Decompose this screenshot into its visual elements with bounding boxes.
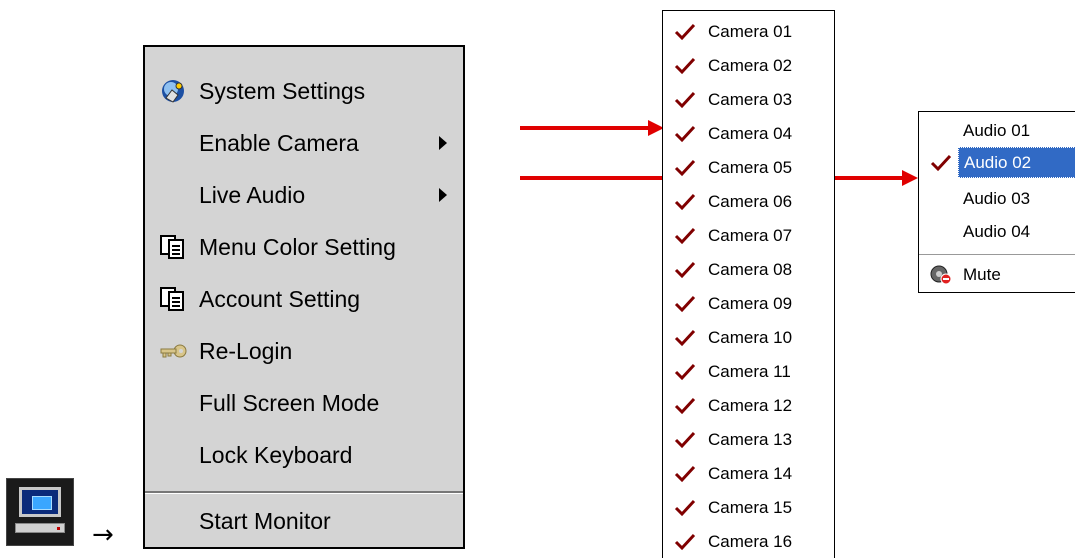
audio-mute-item[interactable]: Mute xyxy=(919,259,1075,292)
checkmark-icon xyxy=(674,329,696,347)
camera-item[interactable]: Camera 15 xyxy=(663,491,834,525)
checkmark-icon xyxy=(674,125,696,143)
menu-item-lock-keyboard[interactable]: Lock Keyboard xyxy=(145,429,463,481)
audio-item-label: Audio 02 xyxy=(958,147,1075,178)
checkmark-icon xyxy=(674,397,696,415)
camera-item[interactable]: Camera 05 xyxy=(663,151,834,185)
checkmark-icon xyxy=(674,465,696,483)
camera-item[interactable]: Camera 16 xyxy=(663,525,834,559)
system-settings-icon xyxy=(162,80,184,103)
audio-item-03[interactable]: Audio 03 xyxy=(919,183,1075,216)
menu-item-label: Lock Keyboard xyxy=(199,442,353,468)
camera-item[interactable]: Camera 13 xyxy=(663,423,834,457)
menu-separator xyxy=(145,491,463,494)
menu-item-label: Start Monitor xyxy=(199,508,331,534)
audio-item-01[interactable]: Audio 01 xyxy=(919,115,1075,148)
camera-item[interactable]: Camera 04 xyxy=(663,117,834,151)
menu-item-full-screen-mode[interactable]: Full Screen Mode xyxy=(145,377,463,429)
camera-item[interactable]: Camera 03 xyxy=(663,83,834,117)
camera-item-label: Camera 14 xyxy=(708,464,793,483)
checkmark-icon xyxy=(930,154,952,172)
camera-item[interactable]: Camera 08 xyxy=(663,253,834,287)
audio-item-02[interactable]: Audio 02 xyxy=(919,146,1075,179)
key-icon xyxy=(160,344,187,358)
menu-item-label: Live Audio xyxy=(199,182,306,208)
main-context-menu: System Settings Enable Camera Live Audio… xyxy=(143,45,465,549)
document-icon xyxy=(160,287,184,311)
camera-item-label: Camera 15 xyxy=(708,498,793,517)
submenu-arrow-icon xyxy=(439,136,447,150)
menu-item-label: Menu Color Setting xyxy=(199,234,396,260)
checkmark-icon xyxy=(674,533,696,551)
menu-item-start-monitor[interactable]: Start Monitor xyxy=(145,495,463,547)
monitor-screen xyxy=(19,487,61,517)
red-arrow-line xyxy=(520,126,650,130)
checkmark-icon xyxy=(674,193,696,211)
camera-item-label: Camera 11 xyxy=(708,362,791,381)
menu-item-system-settings[interactable]: System Settings xyxy=(145,65,463,117)
mute-speaker-icon xyxy=(930,265,952,285)
submenu-arrow-icon xyxy=(439,188,447,202)
checkmark-icon xyxy=(674,57,696,75)
audio-mute-label: Mute xyxy=(963,265,1001,284)
checkmark-icon xyxy=(674,499,696,517)
camera-item-label: Camera 03 xyxy=(708,90,793,109)
camera-item[interactable]: Camera 14 xyxy=(663,457,834,491)
camera-submenu: Camera 01 Camera 02 Camera 03 Camera 04 Came… xyxy=(662,10,835,558)
camera-item[interactable]: Camera 11 xyxy=(663,355,834,389)
camera-item[interactable]: Camera 12 xyxy=(663,389,834,423)
document-icon xyxy=(160,235,184,259)
audio-item-label: Audio 04 xyxy=(963,222,1031,241)
menu-item-enable-camera[interactable]: Enable Camera xyxy=(145,117,463,169)
audio-item-label: Audio 01 xyxy=(963,121,1031,140)
menu-item-live-audio[interactable]: Live Audio xyxy=(145,169,463,221)
camera-item-label: Camera 12 xyxy=(708,396,793,415)
checkmark-icon xyxy=(674,431,696,449)
menu-item-label: Re-Login xyxy=(199,338,293,364)
menu-item-account-setting[interactable]: Account Setting xyxy=(145,273,463,325)
red-arrow-line xyxy=(835,176,905,180)
menu-item-label: Account Setting xyxy=(199,286,361,312)
camera-item-label: Camera 04 xyxy=(708,124,793,143)
camera-item-label: Camera 07 xyxy=(708,226,793,245)
menu-item-label: System Settings xyxy=(199,78,366,104)
monitor-icon[interactable] xyxy=(6,478,74,546)
camera-item-label: Camera 01 xyxy=(708,22,793,41)
red-connector-line xyxy=(520,176,662,180)
checkmark-icon xyxy=(674,23,696,41)
camera-item-label: Camera 06 xyxy=(708,192,793,211)
menu-item-menu-color-setting[interactable]: Menu Color Setting xyxy=(145,221,463,273)
checkmark-icon xyxy=(674,91,696,109)
camera-item[interactable]: Camera 07 xyxy=(663,219,834,253)
camera-item-label: Camera 16 xyxy=(708,532,793,551)
camera-item-label: Camera 02 xyxy=(708,56,793,75)
menu-separator xyxy=(919,254,1075,256)
camera-item[interactable]: Camera 09 xyxy=(663,287,834,321)
camera-item-label: Camera 13 xyxy=(708,430,793,449)
camera-item[interactable]: Camera 02 xyxy=(663,49,834,83)
camera-item[interactable]: Camera 06 xyxy=(663,185,834,219)
camera-item[interactable]: Camera 10 xyxy=(663,321,834,355)
checkmark-icon xyxy=(674,261,696,279)
audio-item-label: Audio 03 xyxy=(963,189,1031,208)
camera-item[interactable]: Camera 01 xyxy=(663,15,834,49)
checkmark-icon xyxy=(674,227,696,245)
camera-item-label: Camera 10 xyxy=(708,328,793,347)
flow-arrow: → xyxy=(92,520,114,550)
checkmark-icon xyxy=(674,295,696,313)
red-arrow-head-icon xyxy=(902,170,918,186)
menu-item-label: Enable Camera xyxy=(199,130,359,156)
menu-item-re-login[interactable]: Re-Login xyxy=(145,325,463,377)
monitor-base xyxy=(15,523,65,533)
audio-item-04[interactable]: Audio 04 xyxy=(919,216,1075,249)
menu-item-label: Full Screen Mode xyxy=(199,390,380,416)
checkmark-icon xyxy=(674,363,696,381)
camera-item-label: Camera 09 xyxy=(708,294,793,313)
camera-item-label: Camera 05 xyxy=(708,158,793,177)
checkmark-icon xyxy=(674,159,696,177)
camera-item-label: Camera 08 xyxy=(708,260,793,279)
audio-submenu: Audio 01 Audio 02 Audio 03 Audio 04 Mute xyxy=(918,111,1075,293)
